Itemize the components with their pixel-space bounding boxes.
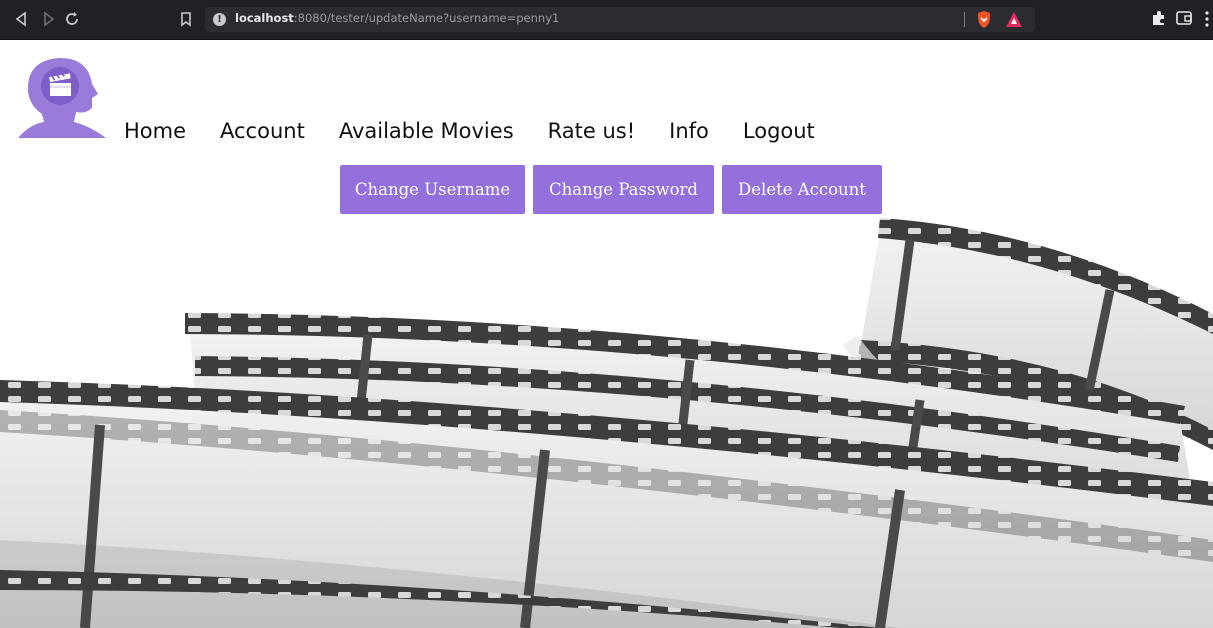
wallet-icon[interactable] xyxy=(1175,10,1193,30)
back-arrow-icon[interactable] xyxy=(12,9,32,29)
nav-available-movies[interactable]: Available Movies xyxy=(339,116,514,146)
puzzle-icon[interactable] xyxy=(1150,9,1168,31)
url-host: localhost xyxy=(235,11,294,25)
address-bar-divider xyxy=(964,12,965,27)
address-bar[interactable]: ! localhost:8080/tester/updateName?usern… xyxy=(205,7,1035,32)
nav-rate-us[interactable]: Rate us! xyxy=(548,116,636,146)
head-clapperboard-logo[interactable] xyxy=(18,52,106,138)
delete-account-button[interactable]: Delete Account xyxy=(722,165,882,214)
account-actions: Change Username Change Password Delete A… xyxy=(340,165,882,214)
url-text[interactable]: localhost:8080/tester/updateName?usernam… xyxy=(235,11,559,25)
nav-info[interactable]: Info xyxy=(669,116,709,146)
nav-logout[interactable]: Logout xyxy=(743,116,815,146)
forward-arrow-icon[interactable] xyxy=(38,9,58,29)
brave-shield-icon[interactable] xyxy=(976,10,992,33)
url-path: :8080/tester/updateName?username=penny1 xyxy=(293,11,560,25)
nav-account[interactable]: Account xyxy=(220,116,305,146)
brave-rewards-icon[interactable] xyxy=(1005,11,1023,32)
page: ! localhost:8080/tester/updateName?usern… xyxy=(0,0,1213,628)
change-username-button[interactable]: Change Username xyxy=(340,165,525,214)
menu-dots-icon[interactable] xyxy=(1205,10,1209,28)
reload-icon[interactable] xyxy=(62,9,82,29)
info-icon[interactable]: ! xyxy=(213,13,226,26)
browser-toolbar: ! localhost:8080/tester/updateName?usern… xyxy=(0,0,1213,40)
change-password-button[interactable]: Change Password xyxy=(533,165,714,214)
bookmark-icon[interactable] xyxy=(176,9,196,29)
main-nav: Home Account Available Movies Rate us! I… xyxy=(124,116,815,146)
nav-home[interactable]: Home xyxy=(124,116,186,146)
film-strip-background xyxy=(0,218,1213,628)
